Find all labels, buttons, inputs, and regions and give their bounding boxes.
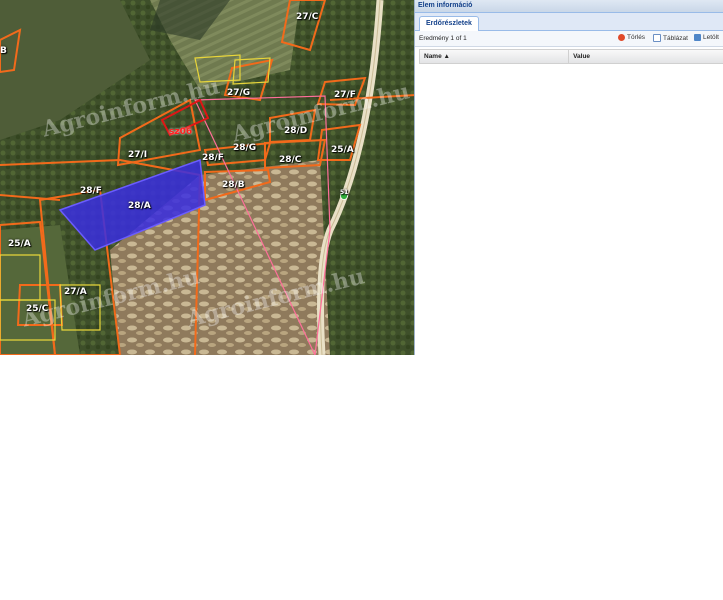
parcel-label-25c[interactable]: 25/C <box>26 304 48 314</box>
properties-grid: Name ▲ Value <box>419 49 723 64</box>
parcel-label-sz06[interactable]: sz06 <box>169 127 192 137</box>
result-count: Eredmény 1 of 1 <box>419 35 467 42</box>
column-header-value[interactable]: Value <box>569 50 723 63</box>
grid-header: Name ▲ Value <box>419 49 723 64</box>
parcel-label-25a[interactable]: 25/A <box>8 239 31 249</box>
delete-button[interactable]: Törlés <box>618 34 645 41</box>
column-header-name[interactable]: Name ▲ <box>420 50 570 63</box>
parcel-label-28f[interactable]: 28/F <box>202 153 224 163</box>
parcel-label-28a[interactable]: 28/A <box>128 201 151 211</box>
panel-title: Elem információ <box>415 0 723 13</box>
grid-toolbar: Eredmény 1 of 1 Törlés Táblázat Letölt <box>415 31 723 47</box>
table-button-label: Táblázat <box>663 34 688 42</box>
download-icon <box>694 34 701 41</box>
parcel-label-27g[interactable]: 27/G <box>227 88 250 98</box>
parcel-label-27f[interactable]: 27/F <box>334 90 356 100</box>
parcel-label-28f[interactable]: 28/F <box>80 186 102 196</box>
parcel-label-27c[interactable]: 27/C <box>296 12 318 22</box>
element-info-panel: Elem információ Erdőrészletek Eredmény 1… <box>414 0 723 355</box>
map-view[interactable]: Illetékes megyei kormányhivatalBKVKHKörz… <box>0 0 416 355</box>
delete-icon <box>618 34 625 41</box>
parcel-label-28c[interactable]: 28/C <box>279 155 301 165</box>
parcel-label-27i[interactable]: 27/I <box>128 150 147 160</box>
parcel-label-28d[interactable]: 28/D <box>284 126 307 136</box>
parcel-label-27a[interactable]: 27/A <box>64 287 87 297</box>
parcel-label-25a[interactable]: 25/A <box>331 145 354 155</box>
parcel-label-b[interactable]: B <box>0 46 7 56</box>
parcel-label-28g[interactable]: 28/G <box>233 143 256 153</box>
table-icon <box>653 34 661 42</box>
tab-bar: Erdőrészletek <box>415 13 723 31</box>
parcel-label-28b[interactable]: 28/B <box>222 180 245 190</box>
download-button-label: Letölt <box>703 34 719 41</box>
table-button[interactable]: Táblázat <box>653 34 688 42</box>
tab-erdoreszletek[interactable]: Erdőrészletek <box>419 16 479 31</box>
road-number-badge: 51 <box>340 189 349 196</box>
delete-button-label: Törlés <box>627 34 646 41</box>
download-button[interactable]: Letölt <box>694 34 719 41</box>
